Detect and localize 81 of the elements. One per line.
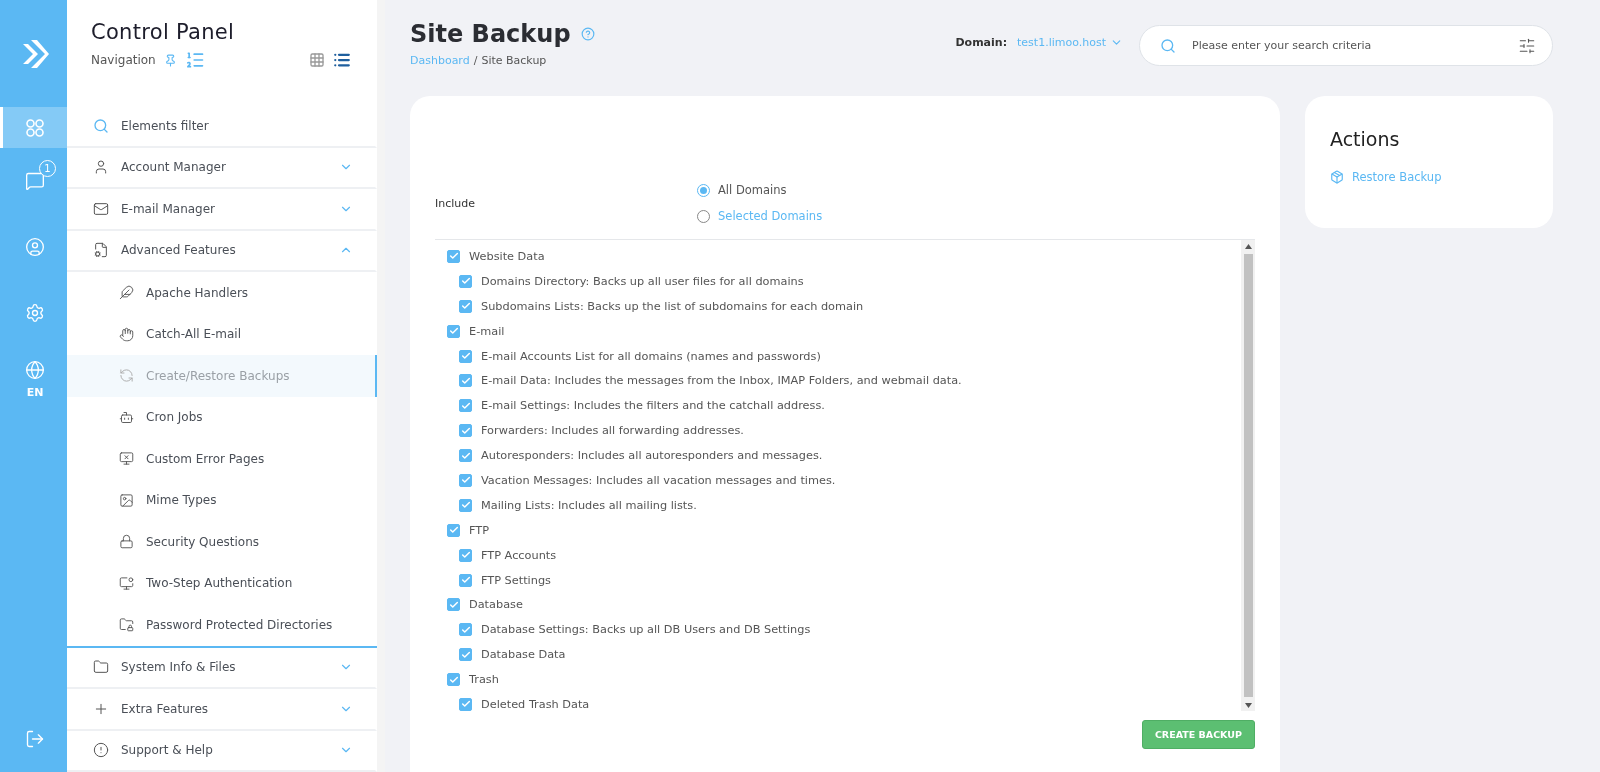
navigation-label: Navigation — [91, 53, 156, 67]
check-icon — [448, 525, 459, 536]
backup-option-checkbox[interactable]: E-mail Settings: Includes the filters and the catchall address. — [435, 393, 1241, 419]
robot-icon — [119, 409, 134, 425]
check-icon — [460, 276, 471, 287]
check-icon — [460, 624, 471, 635]
backup-option-checkbox[interactable]: Website Data — [435, 244, 1241, 269]
check-icon — [460, 301, 471, 312]
page-title: Site Backup — [410, 20, 571, 48]
backup-option-checkbox[interactable]: Vacation Messages: Includes all vacation messages and times. — [435, 468, 1241, 493]
check-icon — [460, 649, 471, 660]
backup-option-checkbox[interactable]: FTP Settings — [435, 567, 1241, 593]
feather-icon — [119, 285, 134, 301]
breadcrumb-separator: / — [473, 54, 478, 67]
backup-option-checkbox[interactable]: Autoresponders: Includes all autoresponders and messages. — [435, 443, 1241, 468]
filter-sliders-icon[interactable] — [1518, 36, 1536, 55]
hand-icon — [119, 326, 134, 342]
backup-option-checkbox[interactable]: Mailing Lists: Includes all mailing lists. — [435, 492, 1241, 518]
check-icon — [448, 674, 459, 685]
scroll-up-icon[interactable] — [1244, 243, 1252, 249]
document-gear-icon — [93, 242, 109, 259]
check-icon — [448, 326, 459, 337]
backup-option-checkbox[interactable]: Domains Directory: Backs up all user files for all domains — [435, 268, 1241, 294]
scrollbar[interactable] — [1241, 240, 1255, 711]
grid-view-icon[interactable] — [309, 52, 325, 68]
box-icon — [1330, 170, 1344, 184]
backup-option-checkbox[interactable]: FTP Accounts — [435, 542, 1241, 568]
folder-lock-icon — [119, 617, 134, 633]
check-icon — [460, 699, 471, 710]
list-view-icon[interactable] — [333, 51, 351, 69]
logout-icon — [25, 729, 45, 749]
check-icon — [448, 599, 459, 610]
pin-icon[interactable] — [163, 53, 177, 67]
check-icon — [460, 500, 471, 511]
backup-option-checkbox[interactable]: Database Data — [435, 642, 1241, 668]
search-icon — [1160, 37, 1176, 54]
search-field[interactable]: Please enter your search criteria — [1139, 25, 1553, 66]
check-icon — [460, 351, 471, 361]
check-icon — [460, 575, 471, 585]
check-icon — [448, 251, 459, 262]
envelope-icon — [93, 200, 109, 217]
backup-option-checkbox[interactable]: E-mail — [435, 318, 1241, 344]
user-icon — [93, 159, 109, 176]
backup-option-checkbox[interactable]: Forwarders: Includes all forwarding addresses. — [435, 418, 1241, 444]
backup-option-checkbox[interactable]: E-mail Accounts List for all domains (names and passwords) — [435, 343, 1241, 369]
check-icon — [460, 475, 471, 486]
check-icon — [460, 550, 471, 561]
backup-option-checkbox[interactable]: E-mail Data: Includes the messages from the Inbox, IMAP Folders, and webmail data. — [435, 368, 1241, 394]
backup-option-checkbox[interactable]: Trash — [435, 667, 1241, 693]
backup-option-checkbox[interactable]: Subdomains Lists: Backs up the list of subdomains for each domain — [435, 293, 1241, 319]
apps-grid-icon — [25, 117, 45, 138]
check-icon — [460, 450, 471, 461]
panel-title: Control Panel — [91, 20, 236, 44]
domain-label: Domain: — [955, 36, 1008, 49]
domain-scope-radio[interactable]: All Domains — [697, 183, 823, 197]
help-icon[interactable] — [580, 27, 595, 41]
actions-title: Actions — [1330, 128, 1401, 150]
lock-icon — [119, 534, 134, 550]
refresh-icon — [119, 368, 134, 384]
image-icon — [119, 492, 134, 508]
settings-icon — [25, 303, 45, 323]
backup-option-checkbox[interactable]: Database Settings: Backs up all DB Users and DB Settings — [435, 617, 1241, 643]
backup-option-checkbox[interactable]: Deleted Trash Data — [435, 692, 1241, 717]
include-label: Include — [435, 196, 477, 210]
backup-option-checkbox[interactable]: FTP — [435, 517, 1241, 543]
search-icon — [93, 117, 109, 134]
sort-list-icon[interactable] — [184, 50, 205, 70]
globe-icon — [25, 359, 45, 380]
monitor-x-icon — [119, 451, 134, 467]
folder-icon — [93, 659, 109, 676]
backup-option-checkbox[interactable]: Database — [435, 592, 1241, 618]
monitor-icon — [119, 575, 134, 591]
chat-icon — [25, 171, 45, 191]
check-icon — [460, 425, 471, 436]
scroll-down-icon[interactable] — [1244, 702, 1252, 708]
check-icon — [460, 400, 471, 411]
breadcrumb-current: Site Backup — [481, 54, 547, 67]
user-circle-icon — [25, 237, 45, 257]
notification-badge: 1 — [39, 160, 56, 177]
alert-icon — [93, 742, 109, 759]
check-icon — [460, 375, 471, 386]
